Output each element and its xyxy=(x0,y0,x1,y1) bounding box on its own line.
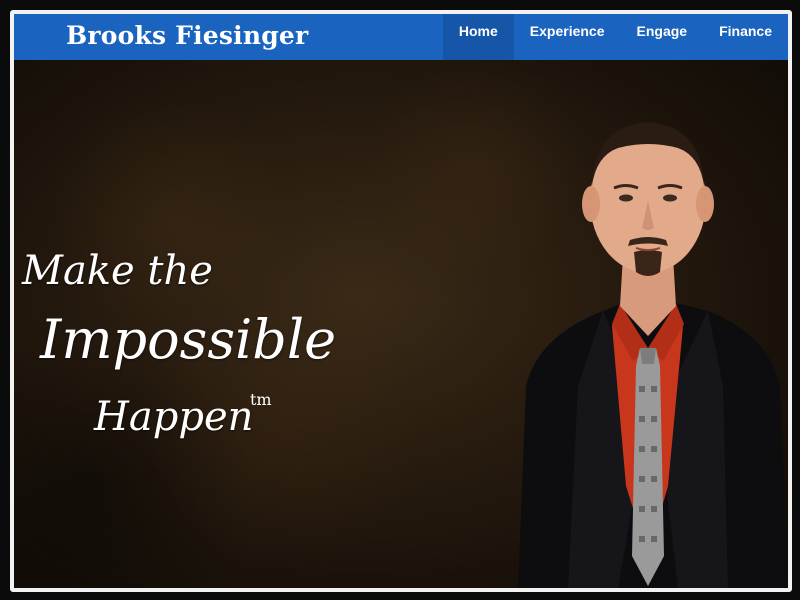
window-frame: Brooks Fiesinger Home Experience Engage … xyxy=(0,0,800,600)
nav-home[interactable]: Home xyxy=(442,14,514,60)
hero-banner: Make the Impossible Happen tm xyxy=(14,60,788,588)
trademark-mark: tm xyxy=(250,390,272,409)
tagline-line-2: Impossible xyxy=(40,308,337,371)
nav-engage[interactable]: Engage xyxy=(621,14,704,60)
page-viewport: Brooks Fiesinger Home Experience Engage … xyxy=(10,10,792,592)
main-nav: Home Experience Engage Finance xyxy=(442,14,788,60)
nav-experience[interactable]: Experience xyxy=(514,14,621,60)
tagline-line-3: Happen xyxy=(94,394,254,440)
top-navbar: Brooks Fiesinger Home Experience Engage … xyxy=(14,14,788,60)
person-portrait-icon xyxy=(518,122,788,588)
site-brand[interactable]: Brooks Fiesinger xyxy=(66,17,308,55)
tagline-line-1: Make the xyxy=(22,248,213,294)
nav-finance[interactable]: Finance xyxy=(703,14,788,60)
